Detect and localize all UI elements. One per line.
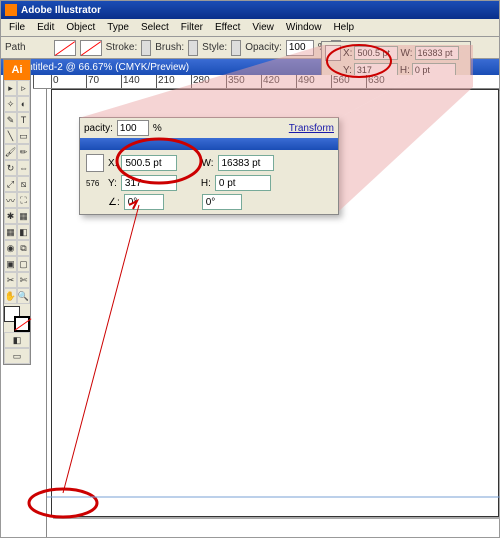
style-label: Style: xyxy=(202,42,227,53)
app-title: Adobe Illustrator xyxy=(21,5,101,16)
menu-edit[interactable]: Edit xyxy=(31,20,60,35)
ai-icon xyxy=(5,4,17,16)
free-transform-tool[interactable]: ⛶ xyxy=(17,192,30,208)
brush-label: Brush: xyxy=(155,42,184,53)
zoom-transform-link[interactable]: Transform xyxy=(289,123,334,134)
x-label: X: xyxy=(343,48,352,59)
gradient-tool[interactable]: ◧ xyxy=(17,224,30,240)
zoom-x-input[interactable] xyxy=(121,155,177,171)
stroke-indicator[interactable] xyxy=(14,316,30,332)
zoom-w-input[interactable] xyxy=(218,155,274,171)
menu-type[interactable]: Type xyxy=(101,20,135,35)
fill-swatch[interactable] xyxy=(54,40,76,56)
menu-view[interactable]: View xyxy=(246,20,280,35)
zoom-h-label: H: xyxy=(201,178,211,189)
menubar: File Edit Object Type Select Filter Effe… xyxy=(1,19,499,37)
zoom-x-label: X: xyxy=(108,158,117,169)
zoom-opacity-input[interactable] xyxy=(117,120,149,136)
warp-tool[interactable]: 〰 xyxy=(4,192,17,208)
slice-tool[interactable]: ✂ xyxy=(4,272,17,288)
hand-tool[interactable]: ✋ xyxy=(4,288,17,304)
symbol-sprayer-tool[interactable]: ✱ xyxy=(4,208,17,224)
scale-tool[interactable]: ⤢ xyxy=(4,176,17,192)
zoom-shear-input[interactable] xyxy=(202,194,242,210)
blend-tool[interactable]: ⧉ xyxy=(17,240,30,256)
scissors-tool[interactable]: ✄ xyxy=(17,272,30,288)
pen-tool[interactable]: ✎ xyxy=(4,112,17,128)
zoom-opacity-label: pacity: xyxy=(84,123,113,134)
menu-effect[interactable]: Effect xyxy=(209,20,246,35)
path-label: Path xyxy=(5,42,26,53)
ai-logo: Ai xyxy=(4,60,30,80)
zoom-angle-label: ∠: xyxy=(108,197,120,208)
selection-tool[interactable]: ▸ xyxy=(4,80,17,96)
fill-stroke-indicator[interactable] xyxy=(4,306,30,332)
line-tool[interactable]: ╲ xyxy=(4,128,17,144)
menu-select[interactable]: Select xyxy=(135,20,175,35)
w-input[interactable] xyxy=(415,46,459,60)
graph-tool[interactable]: ▦ xyxy=(17,208,30,224)
menu-help[interactable]: Help xyxy=(327,20,360,35)
menu-object[interactable]: Object xyxy=(60,20,101,35)
zoom-y-input[interactable] xyxy=(121,175,177,191)
zoom-h-input[interactable] xyxy=(215,175,271,191)
lasso-tool[interactable]: ◐ xyxy=(17,96,30,112)
zoom-ruler-576: 576 xyxy=(86,179,104,188)
direct-selection-tool[interactable]: ▹ xyxy=(17,80,30,96)
menu-file[interactable]: File xyxy=(3,20,31,35)
zoom-reference-point[interactable] xyxy=(86,154,104,172)
screen-mode[interactable]: ▭ xyxy=(4,348,30,364)
stroke-label: Stroke: xyxy=(106,42,138,53)
opacity-input[interactable] xyxy=(286,40,314,56)
opacity-label: Opacity: xyxy=(245,42,282,53)
x-input[interactable] xyxy=(354,46,398,60)
reference-point[interactable] xyxy=(325,45,341,61)
zoom-angle-input[interactable] xyxy=(124,194,164,210)
shear-tool[interactable]: ⧅ xyxy=(17,176,30,192)
pencil-tool[interactable]: ✏ xyxy=(17,144,30,160)
stroke-weight-dropdown[interactable] xyxy=(141,40,151,56)
live-paint-selection-tool[interactable]: ▢ xyxy=(17,256,30,272)
menu-filter[interactable]: Filter xyxy=(175,20,209,35)
ruler-vertical[interactable] xyxy=(33,89,47,537)
mesh-tool[interactable]: ▦ xyxy=(4,224,17,240)
rotate-tool[interactable]: ↻ xyxy=(4,160,17,176)
live-paint-tool[interactable]: ▣ xyxy=(4,256,17,272)
eyedropper-tool[interactable]: ◉ xyxy=(4,240,17,256)
style-dropdown[interactable] xyxy=(231,40,241,56)
y-label: Y: xyxy=(343,65,352,76)
toolbox: Ai ▸▹ ✧◐ ✎T ╲▭ 🖌✏ ↻⇔ ⤢⧅ 〰⛶ ✱▦ ▦◧ ◉⧉ ▣▢ ✂… xyxy=(3,59,31,365)
reflect-tool[interactable]: ⇔ xyxy=(17,160,30,176)
zoom-tool[interactable]: 🔍 xyxy=(17,288,30,304)
magic-wand-tool[interactable]: ✧ xyxy=(4,96,17,112)
menu-window[interactable]: Window xyxy=(280,20,328,35)
color-mode[interactable]: ◧ xyxy=(4,332,30,348)
rectangle-tool[interactable]: ▭ xyxy=(17,128,30,144)
brush-dropdown[interactable] xyxy=(188,40,198,56)
stroke-swatch[interactable] xyxy=(80,40,102,56)
type-tool[interactable]: T xyxy=(17,112,30,128)
zoom-y-label: Y: xyxy=(108,178,117,189)
zoom-w-label: W: xyxy=(201,158,213,169)
zoom-opacity-unit: % xyxy=(153,123,162,134)
ruler-horizontal[interactable]: 0 70 140 210 280 350 420 490 560 630 xyxy=(33,75,499,89)
w-label: W: xyxy=(400,48,412,59)
paintbrush-tool[interactable]: 🖌 xyxy=(4,144,17,160)
zoom-callout-panel: pacity: % Transform X: W: 576 Y: H: ∠: xyxy=(79,117,339,215)
h-label: H: xyxy=(400,65,410,76)
app-titlebar: Adobe Illustrator xyxy=(1,1,499,19)
document-title: Untitled-2 @ 66.67% (CMYK/Preview) xyxy=(20,62,189,73)
